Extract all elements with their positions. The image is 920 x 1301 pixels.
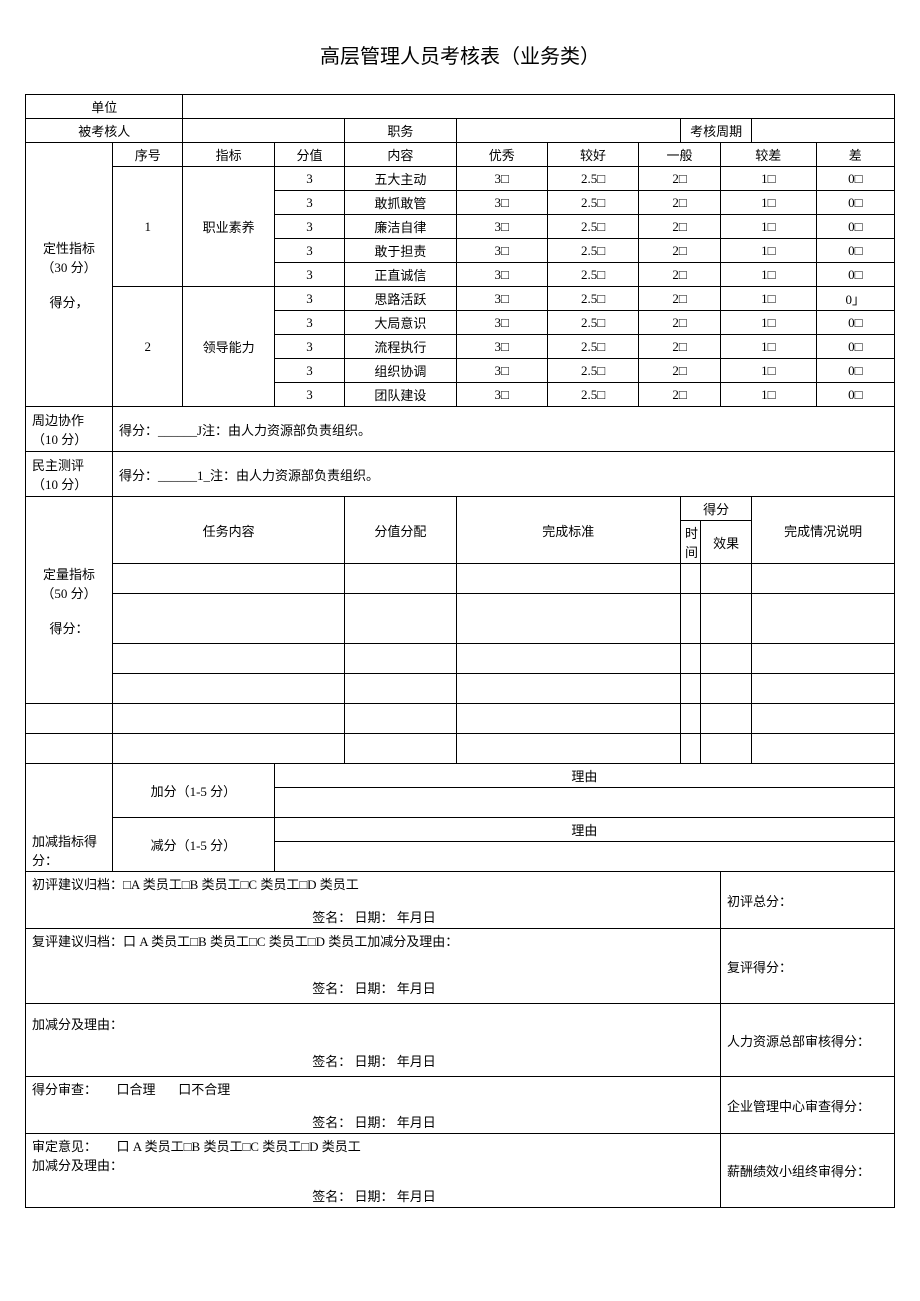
sub-reason-label: 理由 xyxy=(274,818,894,842)
page-title: 高层管理人员考核表（业务类） xyxy=(25,40,895,69)
col-alloc: 分值分配 xyxy=(345,497,456,564)
score-check-block[interactable]: 得分审查： 口合理 口不合理 签名： 日期： 年月日 xyxy=(26,1077,721,1134)
ind-1: 职业素养 xyxy=(183,167,274,287)
seq-1: 1 xyxy=(112,167,182,287)
col-score: 分值 xyxy=(274,143,344,167)
seq-2: 2 xyxy=(112,287,182,407)
review-block[interactable]: 复评建议归档：口 A 类员工□B 类员工□C 类员工□D 类员工加减分及理由： … xyxy=(26,929,721,1004)
sub-reason-field[interactable] xyxy=(274,842,894,872)
add-reason-label: 理由 xyxy=(274,764,894,788)
col-time: 时间 xyxy=(680,521,700,564)
review-score[interactable]: 复评得分： xyxy=(720,929,894,1004)
mgmt-score[interactable]: 企业管理中心审查得分： xyxy=(720,1077,894,1134)
demo-text[interactable]: 得分：______1_注：由人力资源部负责组织。 xyxy=(112,452,894,497)
adj-reason-block[interactable]: 加减分及理由： 签名： 日期： 年月日 xyxy=(26,1004,721,1077)
unit-field[interactable] xyxy=(183,95,895,119)
appraisee-field[interactable] xyxy=(183,119,345,143)
col-effect: 效果 xyxy=(700,521,751,564)
position-field[interactable] xyxy=(456,119,680,143)
appraisee-label: 被考核人 xyxy=(26,119,183,143)
adj-section-label: 加减指标得分： xyxy=(26,764,113,872)
col-seq: 序号 xyxy=(112,143,182,167)
add-reason-field[interactable] xyxy=(274,788,894,818)
prelim-score[interactable]: 初评总分： xyxy=(720,872,894,929)
col-bad: 差 xyxy=(816,143,894,167)
ind-2: 领导能力 xyxy=(183,287,274,407)
sub-label: 减分（1-5 分） xyxy=(112,818,274,872)
demo-label: 民主测评（10 分） xyxy=(26,452,113,497)
col-excellent: 优秀 xyxy=(456,143,547,167)
peer-text[interactable]: 得分：______J注：由人力资源部负责组织。 xyxy=(112,407,894,452)
prelim-block[interactable]: 初评建议归档：□A 类员工□B 类员工□C 类员工□D 类员工 签名： 日期： … xyxy=(26,872,721,929)
peer-label: 周边协作（10 分） xyxy=(26,407,113,452)
quant-section-label: 定量指标（50 分） 得分： xyxy=(26,497,113,704)
col-std: 完成标准 xyxy=(456,497,680,564)
add-label: 加分（1-5 分） xyxy=(112,764,274,818)
period-field[interactable] xyxy=(752,119,895,143)
col-task: 任务内容 xyxy=(112,497,344,564)
col-content: 内容 xyxy=(345,143,456,167)
assessment-table: 单位 被考核人 职务 考核周期 定性指标（30 分） 得分， 序号 指标 分值 … xyxy=(25,94,895,1208)
final-block[interactable]: 审定意见： 口 A 类员工□B 类员工□C 类员工□D 类员工 加减分及理由： … xyxy=(26,1134,721,1208)
period-label: 考核周期 xyxy=(680,119,751,143)
col-good: 较好 xyxy=(547,143,638,167)
col-score-h: 得分 xyxy=(680,497,751,521)
col-indicator: 指标 xyxy=(183,143,274,167)
unit-label: 单位 xyxy=(26,95,183,119)
hr-score[interactable]: 人力资源总部审核得分： xyxy=(720,1004,894,1077)
col-desc: 完成情况说明 xyxy=(752,497,895,564)
position-label: 职务 xyxy=(345,119,456,143)
col-avg: 一般 xyxy=(639,143,721,167)
comp-score[interactable]: 薪酬绩效小组终审得分： xyxy=(720,1134,894,1208)
qual-section-label: 定性指标（30 分） 得分， xyxy=(26,143,113,407)
col-poor: 较差 xyxy=(720,143,816,167)
